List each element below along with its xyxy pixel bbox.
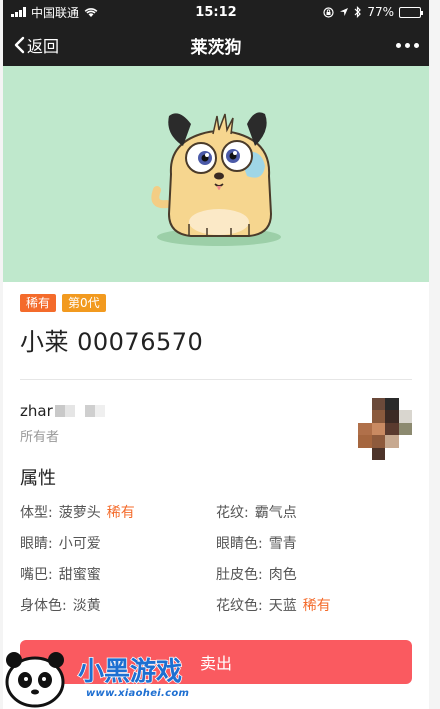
status-right: 77% <box>323 5 423 19</box>
attribute-key: 嘴巴: <box>20 567 53 583</box>
attribute-value: 菠萝头 <box>58 505 101 521</box>
back-label: 返回 <box>27 37 60 56</box>
attribute-value: 甜蜜蜜 <box>58 567 101 583</box>
attribute-item: 嘴巴: 甜蜜蜜 <box>20 564 216 584</box>
owner-section[interactable]: zhar 所有者 <box>20 380 412 460</box>
attribute-value: 肉色 <box>268 567 297 583</box>
dog-detail-content: 稀有 第0代 小莱 00076570 zhar 所有者 属性 体型: 菠萝头 稀… <box>3 282 429 615</box>
location-icon <box>340 8 349 16</box>
status-left: 中国联通 <box>11 4 98 21</box>
more-dot-icon <box>405 42 410 48</box>
attribute-key: 肚皮色: <box>216 567 263 583</box>
page-title: 莱茨狗 <box>190 37 242 58</box>
signal-icon <box>11 7 26 17</box>
attribute-key: 花纹: <box>216 505 249 521</box>
owner-label: 所有者 <box>20 430 60 445</box>
owner-name: zhar <box>20 402 53 420</box>
owner-name-row: zhar <box>20 402 412 420</box>
status-bar: 中国联通 15:12 77% <box>3 0 429 24</box>
nav-bar: 返回 莱茨狗 <box>3 24 429 66</box>
lock-rotation-icon <box>323 6 334 18</box>
attribute-key: 花纹色: <box>216 598 263 614</box>
chevron-left-icon <box>14 36 25 54</box>
attribute-key: 体型: <box>20 505 53 521</box>
battery-percent: 77% <box>367 5 394 19</box>
attribute-value: 霸气点 <box>254 505 297 521</box>
owner-avatar[interactable] <box>358 398 412 460</box>
attribute-item: 身体色: 淡黄 <box>20 595 216 615</box>
attribute-key: 眼睛色: <box>216 536 263 552</box>
attribute-item: 体型: 菠萝头 稀有 <box>20 502 216 522</box>
attribute-rare-tag: 稀有 <box>302 598 331 614</box>
attribute-item: 眼睛色: 雪青 <box>216 533 412 553</box>
attribute-key: 眼睛: <box>20 536 53 552</box>
watermark-url: www.xiaohei.com <box>86 688 190 699</box>
owner-name-mosaic <box>54 405 105 417</box>
watermark-brand: 小黑游戏 <box>78 657 182 687</box>
attributes-grid: 体型: 菠萝头 稀有 花纹: 霸气点 眼睛: 小可爱 眼睛色: 雪青 嘴巴: 甜蜜蜜 肚皮色… <box>20 502 412 615</box>
attribute-value: 天蓝 <box>268 598 297 614</box>
dog-illustration <box>151 112 281 246</box>
attribute-key: 身体色: <box>20 598 67 614</box>
more-button[interactable] <box>396 42 419 48</box>
more-dot-icon <box>396 42 401 48</box>
badge-row: 稀有 第0代 <box>20 294 412 312</box>
generation-badge: 第0代 <box>62 294 106 312</box>
carrier-label: 中国联通 <box>31 5 80 20</box>
dog-hero-panel <box>3 66 429 282</box>
back-button[interactable]: 返回 <box>13 33 59 57</box>
rarity-badge: 稀有 <box>20 294 57 312</box>
app-frame: 中国联通 15:12 77% 返回 莱茨狗 稀有 第0代 小莱 00076570… <box>3 0 429 709</box>
attribute-value: 雪青 <box>268 536 297 552</box>
attribute-item: 花纹色: 天蓝 稀有 <box>216 595 412 615</box>
wifi-icon <box>84 7 98 17</box>
attributes-title: 属性 <box>20 468 56 489</box>
dog-name: 小莱 00076570 <box>20 328 204 356</box>
attribute-value: 小可爱 <box>58 536 101 552</box>
attribute-rare-tag: 稀有 <box>106 505 135 521</box>
attribute-item: 花纹: 霸气点 <box>216 502 412 522</box>
attribute-value: 淡黄 <box>72 598 101 614</box>
more-dot-icon <box>414 42 419 48</box>
attribute-item: 眼睛: 小可爱 <box>20 533 216 553</box>
bluetooth-icon <box>354 6 362 18</box>
attribute-item: 肚皮色: 肉色 <box>216 564 412 584</box>
battery-icon <box>399 6 423 18</box>
